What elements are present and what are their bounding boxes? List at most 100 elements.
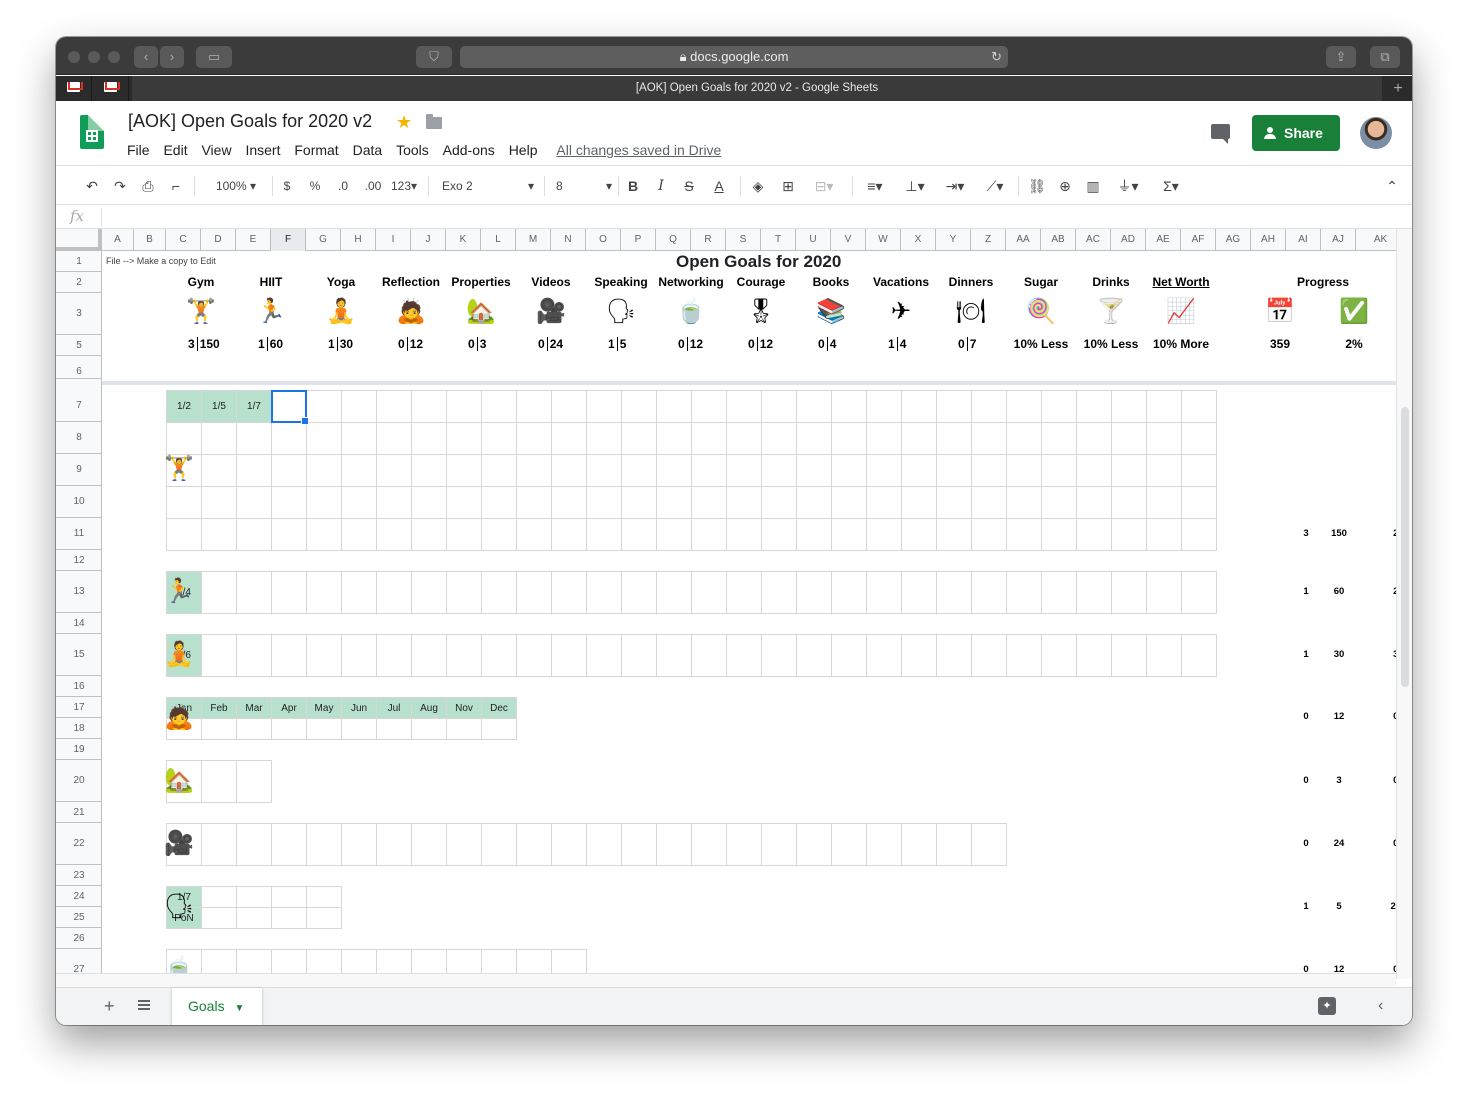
gym-cell[interactable] xyxy=(621,390,657,423)
gym-cell[interactable] xyxy=(1076,422,1112,455)
gym-cell[interactable] xyxy=(586,390,622,423)
gym-cell[interactable] xyxy=(1181,486,1217,519)
column-header-y[interactable]: Y xyxy=(936,229,971,251)
gym-cell[interactable] xyxy=(691,390,727,423)
gym-cell[interactable] xyxy=(306,518,342,551)
yoga-cell[interactable] xyxy=(1111,634,1147,677)
gym-cell[interactable] xyxy=(551,390,587,423)
gym-cell[interactable] xyxy=(796,390,832,423)
gym-cell[interactable] xyxy=(1006,390,1042,423)
gym-cell[interactable] xyxy=(831,486,867,519)
functions-icon[interactable]: Σ▾ xyxy=(1154,177,1188,195)
hiit-cell[interactable] xyxy=(376,571,412,614)
gym-cell[interactable] xyxy=(1111,486,1147,519)
yoga-cell[interactable] xyxy=(271,634,307,677)
add-sheet-icon[interactable]: + xyxy=(104,996,115,1017)
row-header-15[interactable]: 15 xyxy=(56,634,102,676)
hiit-cell[interactable] xyxy=(341,571,377,614)
gym-cell[interactable] xyxy=(201,454,237,487)
month-mar[interactable]: Mar xyxy=(236,697,272,719)
decrease-decimal-button[interactable]: .0 xyxy=(332,177,354,195)
videos-cell[interactable] xyxy=(621,823,657,866)
link-icon[interactable]: ⛓ xyxy=(1026,177,1048,195)
zoom-window-button[interactable] xyxy=(108,51,120,63)
speaking-cell[interactable] xyxy=(306,886,342,908)
column-header-w[interactable]: W xyxy=(866,229,901,251)
menu-tools[interactable]: Tools xyxy=(391,140,434,160)
gym-cell[interactable] xyxy=(936,454,972,487)
column-header-ac[interactable]: AC xyxy=(1076,229,1111,251)
gym-cell[interactable] xyxy=(271,454,307,487)
videos-cell[interactable] xyxy=(446,823,482,866)
menu-edit[interactable]: Edit xyxy=(158,140,192,160)
hiit-cell[interactable] xyxy=(621,571,657,614)
hiit-cell[interactable] xyxy=(516,571,552,614)
gym-cell[interactable] xyxy=(1076,486,1112,519)
row-header-8[interactable]: 8 xyxy=(56,422,102,454)
gym-cell[interactable] xyxy=(376,390,412,423)
row-header-12[interactable]: 12 xyxy=(56,550,102,571)
hiit-cell[interactable] xyxy=(201,571,237,614)
gym-cell[interactable] xyxy=(516,390,552,423)
comment-history-icon[interactable] xyxy=(1211,124,1230,144)
vertical-align-icon[interactable]: ⊥▾ xyxy=(900,177,930,195)
gym-cell[interactable] xyxy=(726,422,762,455)
gym-cell[interactable] xyxy=(551,518,587,551)
menu-addons[interactable]: Add-ons xyxy=(438,140,500,160)
column-header-ab[interactable]: AB xyxy=(1041,229,1076,251)
text-rotation-icon[interactable]: ⟋▾ xyxy=(978,177,1012,195)
reflection-cell[interactable] xyxy=(376,718,412,740)
yoga-cell[interactable] xyxy=(726,634,762,677)
hiit-cell[interactable] xyxy=(586,571,622,614)
gym-cell[interactable] xyxy=(306,422,342,455)
videos-cell[interactable] xyxy=(306,823,342,866)
column-header-af[interactable]: AF xyxy=(1181,229,1216,251)
address-bar[interactable]: 🔒︎ docs.google.com ↻ xyxy=(460,46,1008,68)
reflection-cell[interactable] xyxy=(446,718,482,740)
reflection-cell[interactable] xyxy=(201,718,237,740)
gym-cell[interactable] xyxy=(726,518,762,551)
row-header-16[interactable]: 16 xyxy=(56,676,102,697)
gym-cell[interactable] xyxy=(411,454,447,487)
month-aug[interactable]: Aug xyxy=(411,697,447,719)
speaking-cell[interactable] xyxy=(201,886,237,908)
gym-cell[interactable] xyxy=(271,422,307,455)
column-header-l[interactable]: L xyxy=(481,229,516,251)
gym-cell[interactable] xyxy=(691,422,727,455)
frozen-rows-divider[interactable] xyxy=(102,381,1396,385)
row-header-10[interactable]: 10 xyxy=(56,486,102,518)
videos-cell[interactable] xyxy=(831,823,867,866)
pinned-tab-gmail-2[interactable] xyxy=(93,76,129,101)
insert-chart-icon[interactable]: ▥ xyxy=(1082,177,1104,195)
gym-cell[interactable] xyxy=(586,422,622,455)
column-header-x[interactable]: X xyxy=(901,229,936,251)
vertical-scrollbar[interactable] xyxy=(1396,229,1412,979)
gym-cell[interactable] xyxy=(936,518,972,551)
videos-cell[interactable] xyxy=(481,823,517,866)
hiit-cell[interactable] xyxy=(726,571,762,614)
videos-cell[interactable] xyxy=(796,823,832,866)
menu-data[interactable]: Data xyxy=(348,140,388,160)
speaking-cell[interactable] xyxy=(236,907,272,929)
column-header-aj[interactable]: AJ xyxy=(1321,229,1356,251)
gym-cell[interactable] xyxy=(796,486,832,519)
gym-cell[interactable] xyxy=(901,390,937,423)
gym-cell[interactable] xyxy=(1146,454,1182,487)
currency-format-button[interactable]: $ xyxy=(278,177,296,195)
gym-cell[interactable] xyxy=(1041,486,1077,519)
gym-cell[interactable] xyxy=(621,422,657,455)
gym-cell[interactable] xyxy=(341,390,377,423)
videos-cell[interactable] xyxy=(551,823,587,866)
hiit-cell[interactable] xyxy=(1111,571,1147,614)
gym-cell[interactable] xyxy=(936,486,972,519)
gym-cell[interactable] xyxy=(481,390,517,423)
gym-cell[interactable] xyxy=(446,390,482,423)
yoga-cell[interactable] xyxy=(306,634,342,677)
gym-cell[interactable] xyxy=(1076,454,1112,487)
yoga-cell[interactable] xyxy=(341,634,377,677)
select-all-corner[interactable] xyxy=(56,229,102,251)
yoga-cell[interactable] xyxy=(1076,634,1112,677)
gym-cell[interactable] xyxy=(1006,454,1042,487)
gym-cell[interactable] xyxy=(901,454,937,487)
gym-cell[interactable] xyxy=(411,518,447,551)
